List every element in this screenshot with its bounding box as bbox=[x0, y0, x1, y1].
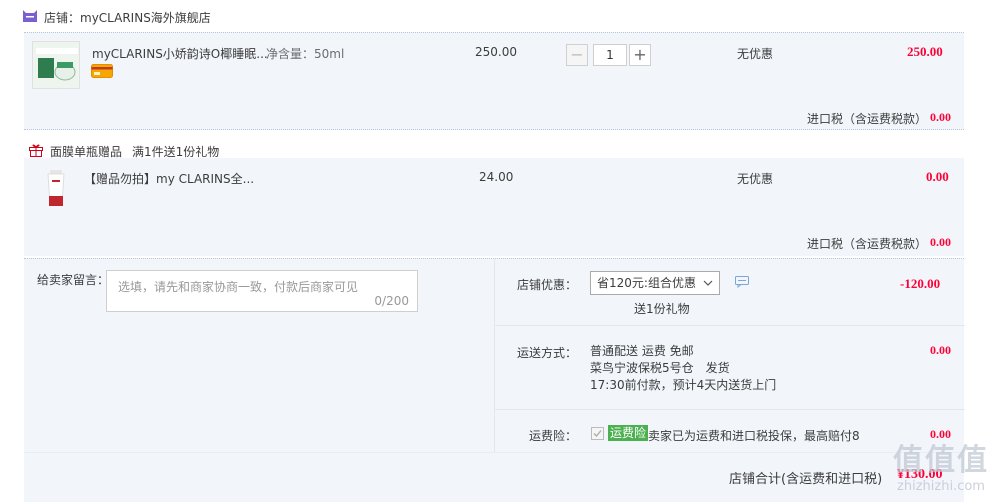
message-bubble-icon[interactable] bbox=[735, 276, 749, 291]
gift-product-title-link[interactable]: 【赠品勿拍】my CLARINS全... bbox=[84, 170, 254, 187]
quantity-decrease-button[interactable]: − bbox=[566, 44, 588, 66]
shop-cat-icon bbox=[22, 9, 38, 23]
unit-price: 24.00 bbox=[479, 170, 514, 184]
insurance-badge: 运费险 bbox=[608, 425, 649, 441]
divider bbox=[495, 325, 965, 326]
gift-product-thumbnail[interactable] bbox=[32, 166, 80, 214]
cart-item-row: 【赠品勿拍】my CLARINS全... 24.00 无优惠 0.00 进口税（… bbox=[24, 158, 964, 256]
item-discount: 无优惠 bbox=[737, 172, 774, 186]
import-tax-label: 进口税（含运费税款） bbox=[807, 237, 928, 251]
shop-total-label: 店铺合计(含运费和进口税) bbox=[729, 472, 883, 487]
shipping-eta: 17:30前付款，预计4天内送货上门 bbox=[590, 378, 777, 392]
card-payment-icon bbox=[91, 64, 113, 81]
cart-item-row: myCLARINS小娇韵诗O椰睡眠... 净含量：50ml 250.00 − 1… bbox=[24, 32, 964, 130]
import-tax-label: 进口税（含运费税款） bbox=[807, 112, 928, 126]
shop-header: 店铺：myCLARINS海外旗舰店 bbox=[0, 0, 997, 32]
order-options-panel: 给卖家留言： 选填，请先和商家协商一致，付款后商家可见 0/200 店铺优惠： … bbox=[24, 258, 965, 453]
shipping-details: 普通配送 运费 免邮 菜鸟宁波保税5号仓 发货 17:30前付款，预计4天内送货… bbox=[590, 343, 776, 394]
product-spec: 净含量：50ml bbox=[266, 47, 345, 61]
product-title-link[interactable]: myCLARINS小娇韵诗O椰睡眠... bbox=[92, 45, 268, 62]
shipping-label: 运送方式： bbox=[517, 346, 578, 360]
shop-name-link[interactable]: 店铺：myCLARINS海外旗舰店 bbox=[44, 9, 211, 26]
shop-discount-label: 店铺优惠： bbox=[517, 278, 578, 292]
shop-discount-select[interactable]: 省120元:组合优惠 bbox=[590, 271, 720, 295]
quantity-input[interactable]: 1 bbox=[593, 44, 627, 66]
product-thumbnail[interactable] bbox=[32, 41, 80, 89]
shipping-method: 普通配送 运费 免邮 bbox=[590, 344, 694, 358]
seller-message-input[interactable]: 选填，请先和商家协商一致，付款后商家可见 0/200 bbox=[106, 270, 418, 312]
shop-discount-note: 送1份礼物 bbox=[634, 302, 690, 316]
import-tax-value: 0.00 bbox=[930, 235, 951, 249]
site-watermark: 值值值 zhizhizhi.com bbox=[893, 435, 989, 494]
message-label: 给卖家留言： bbox=[37, 273, 110, 287]
item-discount: 无优惠 bbox=[737, 47, 774, 61]
shop-discount-value: -120.00 bbox=[900, 276, 941, 291]
watermark-url: zhizhizhi.com bbox=[897, 479, 985, 494]
insurance-text: 卖家已为运费和进口税投保，最高赔付8 bbox=[648, 429, 860, 443]
divider bbox=[495, 409, 965, 410]
shop-total-bar: 店铺合计(含运费和进口税) ¥130.00 bbox=[24, 452, 964, 502]
shop-discount-selected: 省120元:组合优惠 bbox=[597, 276, 696, 290]
shipping-value: 0.00 bbox=[930, 343, 951, 357]
insurance-checkbox[interactable] bbox=[591, 427, 604, 440]
shipping-warehouse: 菜鸟宁波保税5号仓 发货 bbox=[590, 361, 730, 375]
chevron-down-icon bbox=[703, 272, 713, 301]
quantity-increase-button[interactable]: + bbox=[629, 44, 651, 66]
message-placeholder: 选填，请先和商家协商一致，付款后商家可见 bbox=[118, 280, 359, 294]
unit-price: 250.00 bbox=[475, 45, 517, 59]
item-subtotal: 0.00 bbox=[926, 169, 949, 184]
checkout-options: 店铺优惠： 省120元:组合优惠 送1份礼物 -120.00 运送方式： 普通配… bbox=[494, 259, 965, 453]
item-subtotal: 250.00 bbox=[907, 44, 943, 59]
insurance-label: 运费险： bbox=[529, 429, 578, 443]
message-counter: 0/200 bbox=[374, 294, 409, 308]
import-tax-value: 0.00 bbox=[930, 110, 951, 124]
watermark-logo: 值值值 bbox=[893, 443, 989, 478]
